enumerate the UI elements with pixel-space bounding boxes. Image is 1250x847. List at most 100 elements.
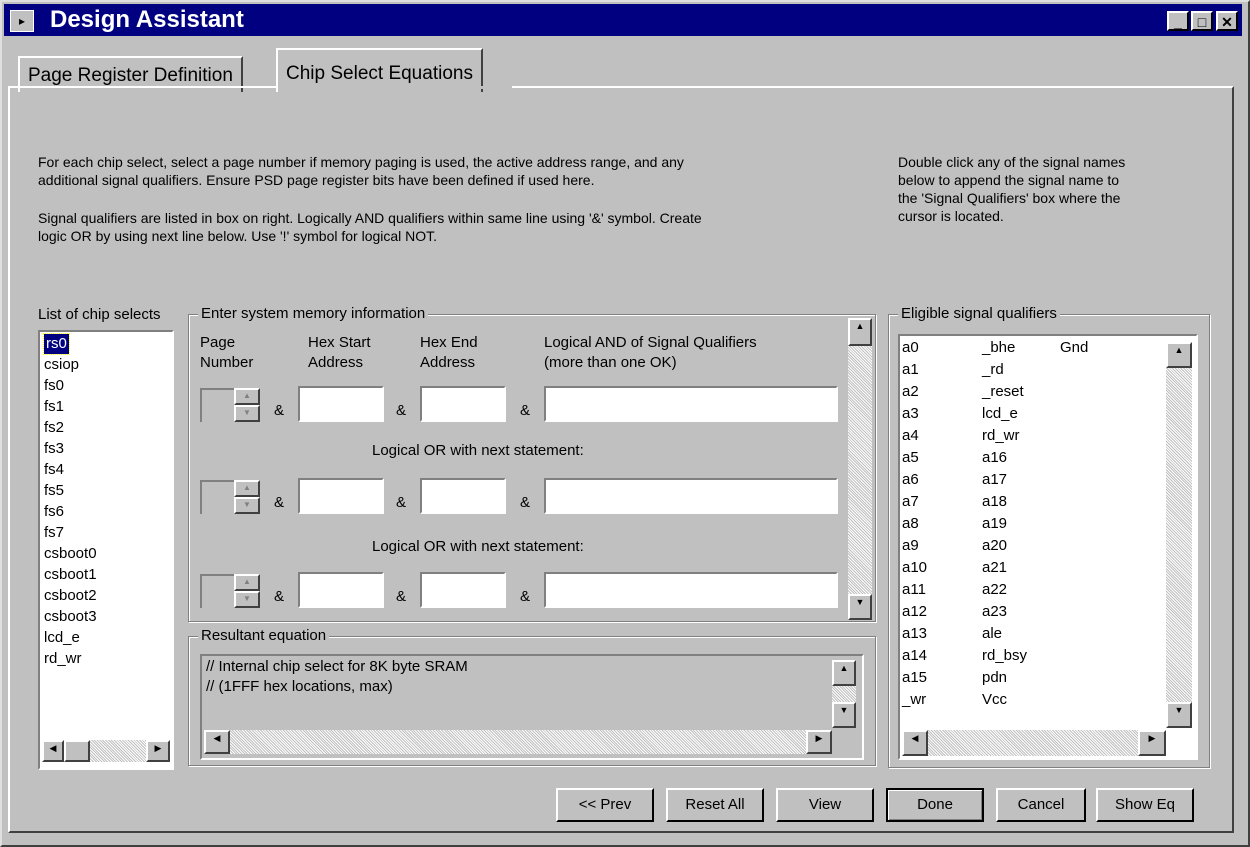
- scroll-thumb[interactable]: [64, 740, 90, 762]
- chip-select-item[interactable]: rd_wr: [44, 649, 82, 669]
- signal-qualifier-item[interactable]: a9: [902, 536, 919, 556]
- signal-qualifier-item[interactable]: a7: [902, 492, 919, 512]
- signal-qualifier-item[interactable]: a1: [902, 360, 919, 380]
- chip-select-item[interactable]: lcd_e: [44, 628, 80, 648]
- signal-qualifier-item[interactable]: a22: [982, 580, 1007, 600]
- memory-scroll-down-button[interactable]: ▼: [848, 594, 872, 620]
- memory-scroll-track[interactable]: [848, 346, 872, 594]
- cancel-button[interactable]: Cancel: [996, 788, 1086, 822]
- chip-select-item[interactable]: fs4: [44, 460, 64, 480]
- maximize-button[interactable]: □: [1191, 11, 1213, 31]
- hex-end-input[interactable]: [420, 478, 506, 514]
- chip-select-item[interactable]: fs7: [44, 523, 64, 543]
- scroll-track[interactable]: [832, 686, 856, 702]
- page-number-field[interactable]: [200, 574, 234, 608]
- signal-qualifier-item[interactable]: a15: [902, 668, 927, 688]
- signal-qualifier-item[interactable]: Vcc: [982, 690, 1007, 710]
- scroll-left-button[interactable]: ◀: [902, 730, 928, 756]
- signal-qualifier-item[interactable]: _bhe: [982, 338, 1015, 358]
- chip-select-item[interactable]: csboot1: [44, 565, 97, 585]
- hex-start-input[interactable]: [298, 386, 384, 422]
- signal-qualifier-item[interactable]: _wr: [902, 690, 926, 710]
- signal-qualifiers-listbox[interactable]: a0 a1 a2 a3 a4 a5 a6 a7 a8 a9 a10 a11 a12 a13 a14 a15 _w…: [898, 334, 1198, 760]
- done-button[interactable]: Done: [886, 788, 984, 822]
- scroll-right-button[interactable]: ▶: [806, 730, 832, 754]
- hex-start-input[interactable]: [298, 572, 384, 608]
- spin-up-button[interactable]: ▲: [234, 574, 260, 591]
- signal-qualifier-item[interactable]: a18: [982, 492, 1007, 512]
- signal-qualifier-item[interactable]: a17: [982, 470, 1007, 490]
- page-number-stepper[interactable]: ▲ ▼: [200, 574, 260, 608]
- hex-end-input[interactable]: [420, 572, 506, 608]
- signal-qualifier-item[interactable]: a10: [902, 558, 927, 578]
- signal-qualifier-item[interactable]: rd_bsy: [982, 646, 1027, 666]
- signal-qualifier-item[interactable]: pdn: [982, 668, 1007, 688]
- signal-qualifier-item[interactable]: ale: [982, 624, 1002, 644]
- scroll-left-button[interactable]: ◀: [204, 730, 230, 754]
- scroll-track[interactable]: [230, 730, 806, 754]
- chip-select-item[interactable]: rs0: [43, 333, 70, 355]
- reset-all-button[interactable]: Reset All: [666, 788, 764, 822]
- signal-qualifier-item[interactable]: a3: [902, 404, 919, 424]
- signal-qualifier-item[interactable]: a6: [902, 470, 919, 490]
- signal-qualifier-item[interactable]: a12: [902, 602, 927, 622]
- scroll-right-button[interactable]: ▶: [146, 740, 170, 762]
- signal-qualifier-item[interactable]: a16: [982, 448, 1007, 468]
- memory-scroll-up-button[interactable]: ▲: [848, 318, 872, 346]
- signal-qualifier-item[interactable]: a2: [902, 382, 919, 402]
- chip-select-item[interactable]: fs3: [44, 439, 64, 459]
- signal-qualifier-item[interactable]: a20: [982, 536, 1007, 556]
- chip-select-item[interactable]: fs6: [44, 502, 64, 522]
- page-number-stepper[interactable]: ▲ ▼: [200, 388, 260, 422]
- signal-qualifier-item[interactable]: a0: [902, 338, 919, 358]
- page-number-field[interactable]: [200, 388, 234, 422]
- signal-qualifier-item[interactable]: a13: [902, 624, 927, 644]
- scroll-track[interactable]: [928, 730, 1138, 756]
- hex-end-input[interactable]: [420, 386, 506, 422]
- spin-down-button[interactable]: ▼: [234, 591, 260, 608]
- chip-select-item[interactable]: fs0: [44, 376, 64, 396]
- chip-select-item[interactable]: csiop: [44, 355, 79, 375]
- signal-qualifier-item[interactable]: a19: [982, 514, 1007, 534]
- spin-down-button[interactable]: ▼: [234, 405, 260, 422]
- chip-select-item[interactable]: csboot2: [44, 586, 97, 606]
- chip-select-item[interactable]: csboot0: [44, 544, 97, 564]
- signal-qualifier-item[interactable]: lcd_e: [982, 404, 1018, 424]
- scroll-right-button[interactable]: ▶: [1138, 730, 1166, 756]
- scroll-up-button[interactable]: ▲: [1166, 342, 1192, 368]
- signal-qualifier-item[interactable]: a21: [982, 558, 1007, 578]
- signal-qualifier-item[interactable]: a5: [902, 448, 919, 468]
- scroll-down-button[interactable]: ▼: [1166, 702, 1192, 728]
- signal-qualifier-item[interactable]: a11: [902, 580, 926, 600]
- chip-select-item[interactable]: fs1: [44, 397, 64, 417]
- signal-qualifier-item[interactable]: a23: [982, 602, 1007, 622]
- scroll-left-button[interactable]: ◀: [42, 740, 64, 762]
- spin-up-button[interactable]: ▲: [234, 388, 260, 405]
- view-button[interactable]: View: [776, 788, 874, 822]
- close-button[interactable]: ✕: [1216, 11, 1238, 31]
- page-number-stepper[interactable]: ▲ ▼: [200, 480, 260, 514]
- scroll-down-button[interactable]: ▼: [832, 702, 856, 728]
- signal-qualifier-input[interactable]: [544, 572, 838, 608]
- signal-qualifier-item[interactable]: _rd: [982, 360, 1004, 380]
- signal-qualifier-item[interactable]: a8: [902, 514, 919, 534]
- spin-up-button[interactable]: ▲: [234, 480, 260, 497]
- hex-start-input[interactable]: [298, 478, 384, 514]
- signal-qualifier-item[interactable]: a14: [902, 646, 927, 666]
- chip-select-item[interactable]: csboot3: [44, 607, 97, 627]
- show-eq-button[interactable]: Show Eq: [1096, 788, 1194, 822]
- prev-button[interactable]: << Prev: [556, 788, 654, 822]
- minimize-button[interactable]: _: [1167, 11, 1189, 31]
- signal-qualifier-item[interactable]: rd_wr: [982, 426, 1020, 446]
- signal-qualifier-input[interactable]: [544, 386, 838, 422]
- scroll-up-button[interactable]: ▲: [832, 660, 856, 686]
- chip-select-item[interactable]: fs2: [44, 418, 64, 438]
- spin-down-button[interactable]: ▼: [234, 497, 260, 514]
- signal-qualifier-item[interactable]: Gnd: [1060, 338, 1088, 358]
- signal-qualifier-item[interactable]: a4: [902, 426, 919, 446]
- scroll-track[interactable]: [90, 740, 146, 762]
- chip-select-item[interactable]: fs5: [44, 481, 64, 501]
- signal-qualifier-item[interactable]: _reset: [982, 382, 1024, 402]
- chip-select-listbox[interactable]: rs0 csiop fs0 fs1 fs2 fs3 fs4 fs5 fs6 fs7 csboot0 c…: [38, 330, 174, 770]
- app-icon[interactable]: ▸: [10, 10, 34, 32]
